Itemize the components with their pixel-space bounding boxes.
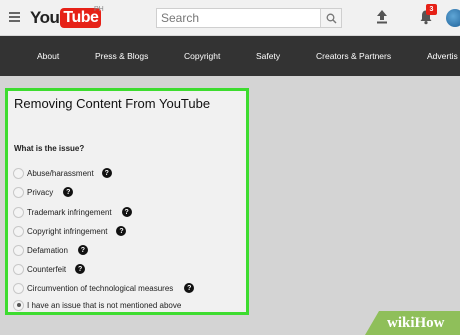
help-icon[interactable]: ? <box>121 207 132 217</box>
option-label: Abuse/harassment <box>27 168 94 178</box>
help-icon[interactable]: ? <box>75 264 86 274</box>
avatar[interactable] <box>446 9 460 27</box>
radio-button[interactable] <box>13 225 24 237</box>
option-label: Privacy <box>27 187 54 197</box>
option-label: Counterfeit <box>27 264 67 274</box>
option-label: Defamation <box>27 245 68 255</box>
help-icon[interactable]: ? <box>184 283 195 293</box>
help-icon[interactable]: ? <box>101 168 112 178</box>
radio-button[interactable] <box>13 282 24 294</box>
hamburger-icon[interactable] <box>9 12 20 22</box>
page-title: Removing Content From YouTube <box>14 96 211 111</box>
logo-you-text: You <box>30 8 60 27</box>
option-other-issue[interactable]: I have an issue that is not mentioned ab… <box>13 299 181 311</box>
notification-count-badge: 3 <box>426 4 437 15</box>
search-icon <box>326 13 336 23</box>
option-label: Copyright infringement <box>27 226 108 236</box>
radio-button[interactable] <box>13 186 24 198</box>
option-abuse-harassment[interactable]: Abuse/harassment ? <box>13 167 112 179</box>
nav-item-press-blogs[interactable]: Press & Blogs <box>95 36 148 76</box>
option-trademark-infringement[interactable]: Trademark infringement ? <box>13 206 132 218</box>
search-box <box>156 8 342 28</box>
remove-content-card: Removing Content From YouTube What is th… <box>5 88 249 315</box>
nav-item-advertising[interactable]: Advertis <box>427 36 458 76</box>
nav-item-about[interactable]: About <box>37 36 59 76</box>
watermark-text: wikiHow <box>387 315 445 332</box>
nav-item-safety[interactable]: Safety <box>256 36 280 76</box>
option-label: Circumvention of technological measures <box>27 283 174 293</box>
logo-country-code: PH <box>94 6 104 13</box>
help-icon[interactable]: ? <box>77 245 88 255</box>
option-label: I have an issue that is not mentioned ab… <box>27 300 182 310</box>
option-privacy[interactable]: Privacy ? <box>13 186 74 198</box>
help-icon[interactable]: ? <box>63 187 74 197</box>
watermark-how-text: How <box>414 315 445 331</box>
option-label: Trademark infringement <box>27 207 112 217</box>
issue-question: What is the issue? <box>14 144 85 153</box>
wikihow-watermark: wikiHow <box>365 311 460 335</box>
top-bar: You Tube PH 3 <box>0 0 460 36</box>
search-button[interactable] <box>320 9 341 27</box>
radio-button[interactable] <box>13 263 24 275</box>
option-copyright-infringement[interactable]: Copyright infringement ? <box>13 225 127 237</box>
radio-button-selected[interactable] <box>13 299 24 311</box>
radio-button[interactable] <box>13 167 24 179</box>
nav-item-copyright[interactable]: Copyright <box>184 36 220 76</box>
search-input[interactable] <box>157 9 320 27</box>
radio-button[interactable] <box>13 206 24 218</box>
upload-icon[interactable] <box>376 10 388 24</box>
nav-item-creators-partners[interactable]: Creators & Partners <box>316 36 391 76</box>
option-counterfeit[interactable]: Counterfeit ? <box>13 263 86 275</box>
nav-bar: About Press & Blogs Copyright Safety Cre… <box>0 36 460 76</box>
youtube-logo[interactable]: You Tube PH <box>30 6 104 28</box>
watermark-wiki-text: wiki <box>387 315 415 331</box>
help-icon[interactable]: ? <box>116 226 127 236</box>
radio-button[interactable] <box>13 244 24 256</box>
option-circumvention[interactable]: Circumvention of technological measures … <box>13 282 195 294</box>
option-defamation[interactable]: Defamation ? <box>13 244 88 256</box>
